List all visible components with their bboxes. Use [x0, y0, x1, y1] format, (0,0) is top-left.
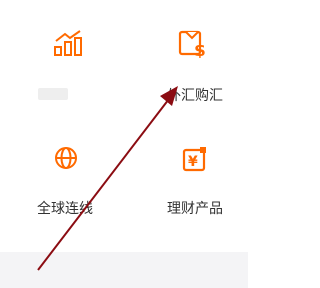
- bar-chart-growth-icon: [53, 30, 85, 61]
- pointer-arrow-icon: [37, 86, 178, 271]
- menu-item-label: 全球连线: [37, 200, 93, 216]
- globe-icon: [54, 146, 78, 175]
- menu-item-label-blurred: [10, 88, 120, 102]
- menu-item-label: 理财产品: [167, 200, 223, 216]
- svg-text:$: $: [194, 41, 206, 58]
- section-divider: [0, 252, 248, 288]
- svg-text:¥: ¥: [188, 154, 198, 170]
- currency-exchange-icon: $: [178, 30, 210, 63]
- wealth-product-icon: ¥: [182, 146, 208, 177]
- menu-item-label: 外汇购汇: [167, 87, 223, 103]
